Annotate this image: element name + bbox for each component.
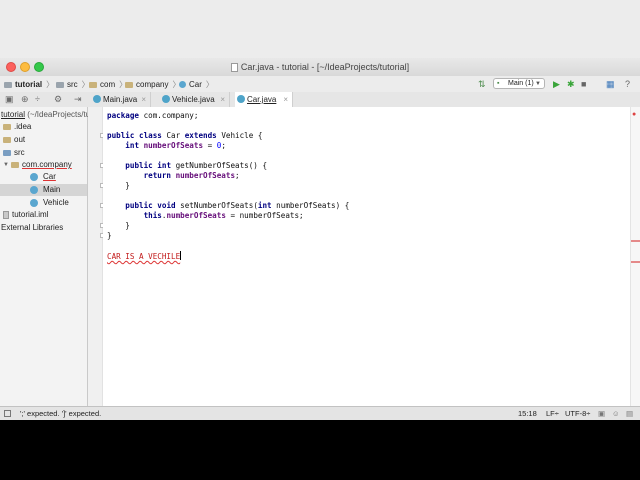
- tree-item-external-libraries[interactable]: External Libraries: [1, 222, 63, 234]
- code-line-setter: public void setNumberOfSeats(int numberO…: [125, 201, 350, 210]
- ide-window: Car.java - tutorial - [~/IdeaProjects/tu…: [0, 0, 640, 420]
- tree-item-main[interactable]: Main: [0, 184, 87, 196]
- folder-icon: [3, 137, 11, 143]
- project-structure-icon[interactable]: ▦: [606, 79, 615, 89]
- tab-vehicle-java[interactable]: Vehicle.java ×: [160, 92, 230, 107]
- class-icon: [237, 95, 245, 103]
- help-icon[interactable]: ?: [625, 79, 630, 89]
- breadcrumb-com[interactable]: com 〉: [89, 79, 127, 90]
- class-icon: [93, 95, 101, 103]
- class-icon: [30, 199, 38, 207]
- class-icon: [30, 173, 38, 181]
- code-line-class: public class Car extends Vehicle {: [107, 131, 263, 140]
- error-indicator-icon[interactable]: ●: [632, 111, 636, 118]
- close-tab-icon[interactable]: ×: [283, 92, 288, 107]
- line-separator[interactable]: LF÷: [546, 407, 559, 420]
- project-view-icon[interactable]: ▣: [5, 94, 14, 104]
- code-line-getter-close: }: [125, 181, 130, 190]
- editor-gutter: [88, 107, 103, 406]
- code-line-return: return numberOfSeats;: [143, 171, 240, 180]
- error-stripe-mark[interactable]: [631, 240, 640, 242]
- event-log-icon[interactable]: ▤: [626, 407, 633, 420]
- tab-main-java[interactable]: Main.java ×: [91, 92, 151, 107]
- status-message: ';' expected. ']' expected.: [20, 409, 102, 418]
- text-caret: [180, 251, 182, 260]
- code-line-class-close: }: [107, 231, 112, 240]
- run-icon[interactable]: ▶: [553, 79, 560, 89]
- class-icon: [179, 81, 186, 88]
- source-folder-icon: [3, 150, 11, 156]
- debug-icon[interactable]: ✱: [567, 79, 575, 89]
- class-icon: [30, 186, 38, 194]
- code-line-getter: public int getNumberOfSeats() {: [125, 161, 268, 170]
- collapse-all-icon[interactable]: ÷: [35, 94, 40, 104]
- folder-icon: [56, 81, 64, 88]
- tool-windows-icon[interactable]: [4, 410, 11, 417]
- code-line-setter-close: }: [125, 221, 130, 230]
- window-title: Car.java - tutorial - [~/IdeaProjects/tu…: [0, 62, 640, 72]
- breadcrumb-car[interactable]: Car 〉: [179, 79, 214, 90]
- build-icon[interactable]: ⇅: [478, 79, 486, 89]
- error-stripe-mark[interactable]: [631, 261, 640, 263]
- lock-icon[interactable]: ▣: [598, 407, 605, 420]
- module-file-icon: [3, 211, 9, 219]
- code-line-assign: this.numberOfSeats = numberOfSeats;: [143, 211, 304, 220]
- expand-triangle-icon[interactable]: ▼: [3, 159, 11, 171]
- folder-icon: [3, 124, 11, 130]
- tree-item-vehicle[interactable]: Vehicle: [30, 197, 69, 209]
- app-icon: ▪: [497, 80, 500, 87]
- code-line-package: package com.company;: [107, 111, 199, 120]
- tree-item-com-company[interactable]: ▼ com.company: [3, 159, 72, 171]
- file-encoding[interactable]: UTF-8÷: [565, 407, 590, 420]
- scroll-from-source-icon[interactable]: ⊕: [21, 94, 29, 104]
- tree-item-iml[interactable]: tutorial.iml: [3, 209, 48, 221]
- breadcrumb-company[interactable]: company 〉: [125, 79, 180, 90]
- status-bar: ';' expected. ']' expected. 15:18 LF÷ UT…: [0, 406, 640, 420]
- close-tab-icon[interactable]: ×: [220, 92, 225, 107]
- tree-item-idea[interactable]: . idea: [3, 121, 31, 133]
- package-icon: [125, 81, 133, 88]
- close-tab-icon[interactable]: ×: [141, 92, 146, 107]
- class-icon: [162, 95, 170, 103]
- gear-icon[interactable]: ⚙: [54, 94, 62, 104]
- code-line-field: int numberOfSeats = 0;: [125, 141, 226, 150]
- run-configuration-select[interactable]: ▪ Main (1) ▼: [493, 78, 545, 89]
- project-tree: tutorial (~/IdeaProjects/tutorial) . idea…: [0, 107, 110, 406]
- breadcrumb-src[interactable]: src 〉: [56, 79, 90, 90]
- inspector-icon[interactable]: ☺: [612, 407, 620, 420]
- folder-icon: [4, 81, 12, 88]
- navigation-bar: tutorial 〉 src 〉 com 〉 company 〉 Car 〉 ⇅ ▪ Ma…: [0, 76, 640, 93]
- tab-car-java[interactable]: Car.java ×: [235, 92, 293, 107]
- stop-icon[interactable]: ■: [581, 79, 586, 89]
- chevron-down-icon: ▼: [535, 81, 541, 87]
- caret-position[interactable]: 15:18: [518, 407, 537, 420]
- package-icon: [11, 162, 19, 168]
- code-editor[interactable]: package com.company; public class Car ex…: [103, 107, 630, 406]
- editor-tab-row: ▣ ⊕ ÷ ⚙ ⇥ Main.java × Vehicle.java × Car…: [0, 92, 640, 108]
- document-icon: [230, 63, 238, 72]
- editor-scrollbar[interactable]: ●: [630, 107, 640, 406]
- code-line-error: CAR IS A VECHILE: [107, 251, 182, 261]
- tree-item-src[interactable]: src: [3, 147, 25, 159]
- hide-panel-icon[interactable]: ⇥: [74, 94, 82, 104]
- tree-item-out[interactable]: out: [3, 134, 25, 146]
- package-icon: [89, 81, 97, 88]
- tree-item-car[interactable]: Car: [30, 171, 56, 183]
- breadcrumb-tutorial[interactable]: tutorial 〉: [4, 79, 54, 90]
